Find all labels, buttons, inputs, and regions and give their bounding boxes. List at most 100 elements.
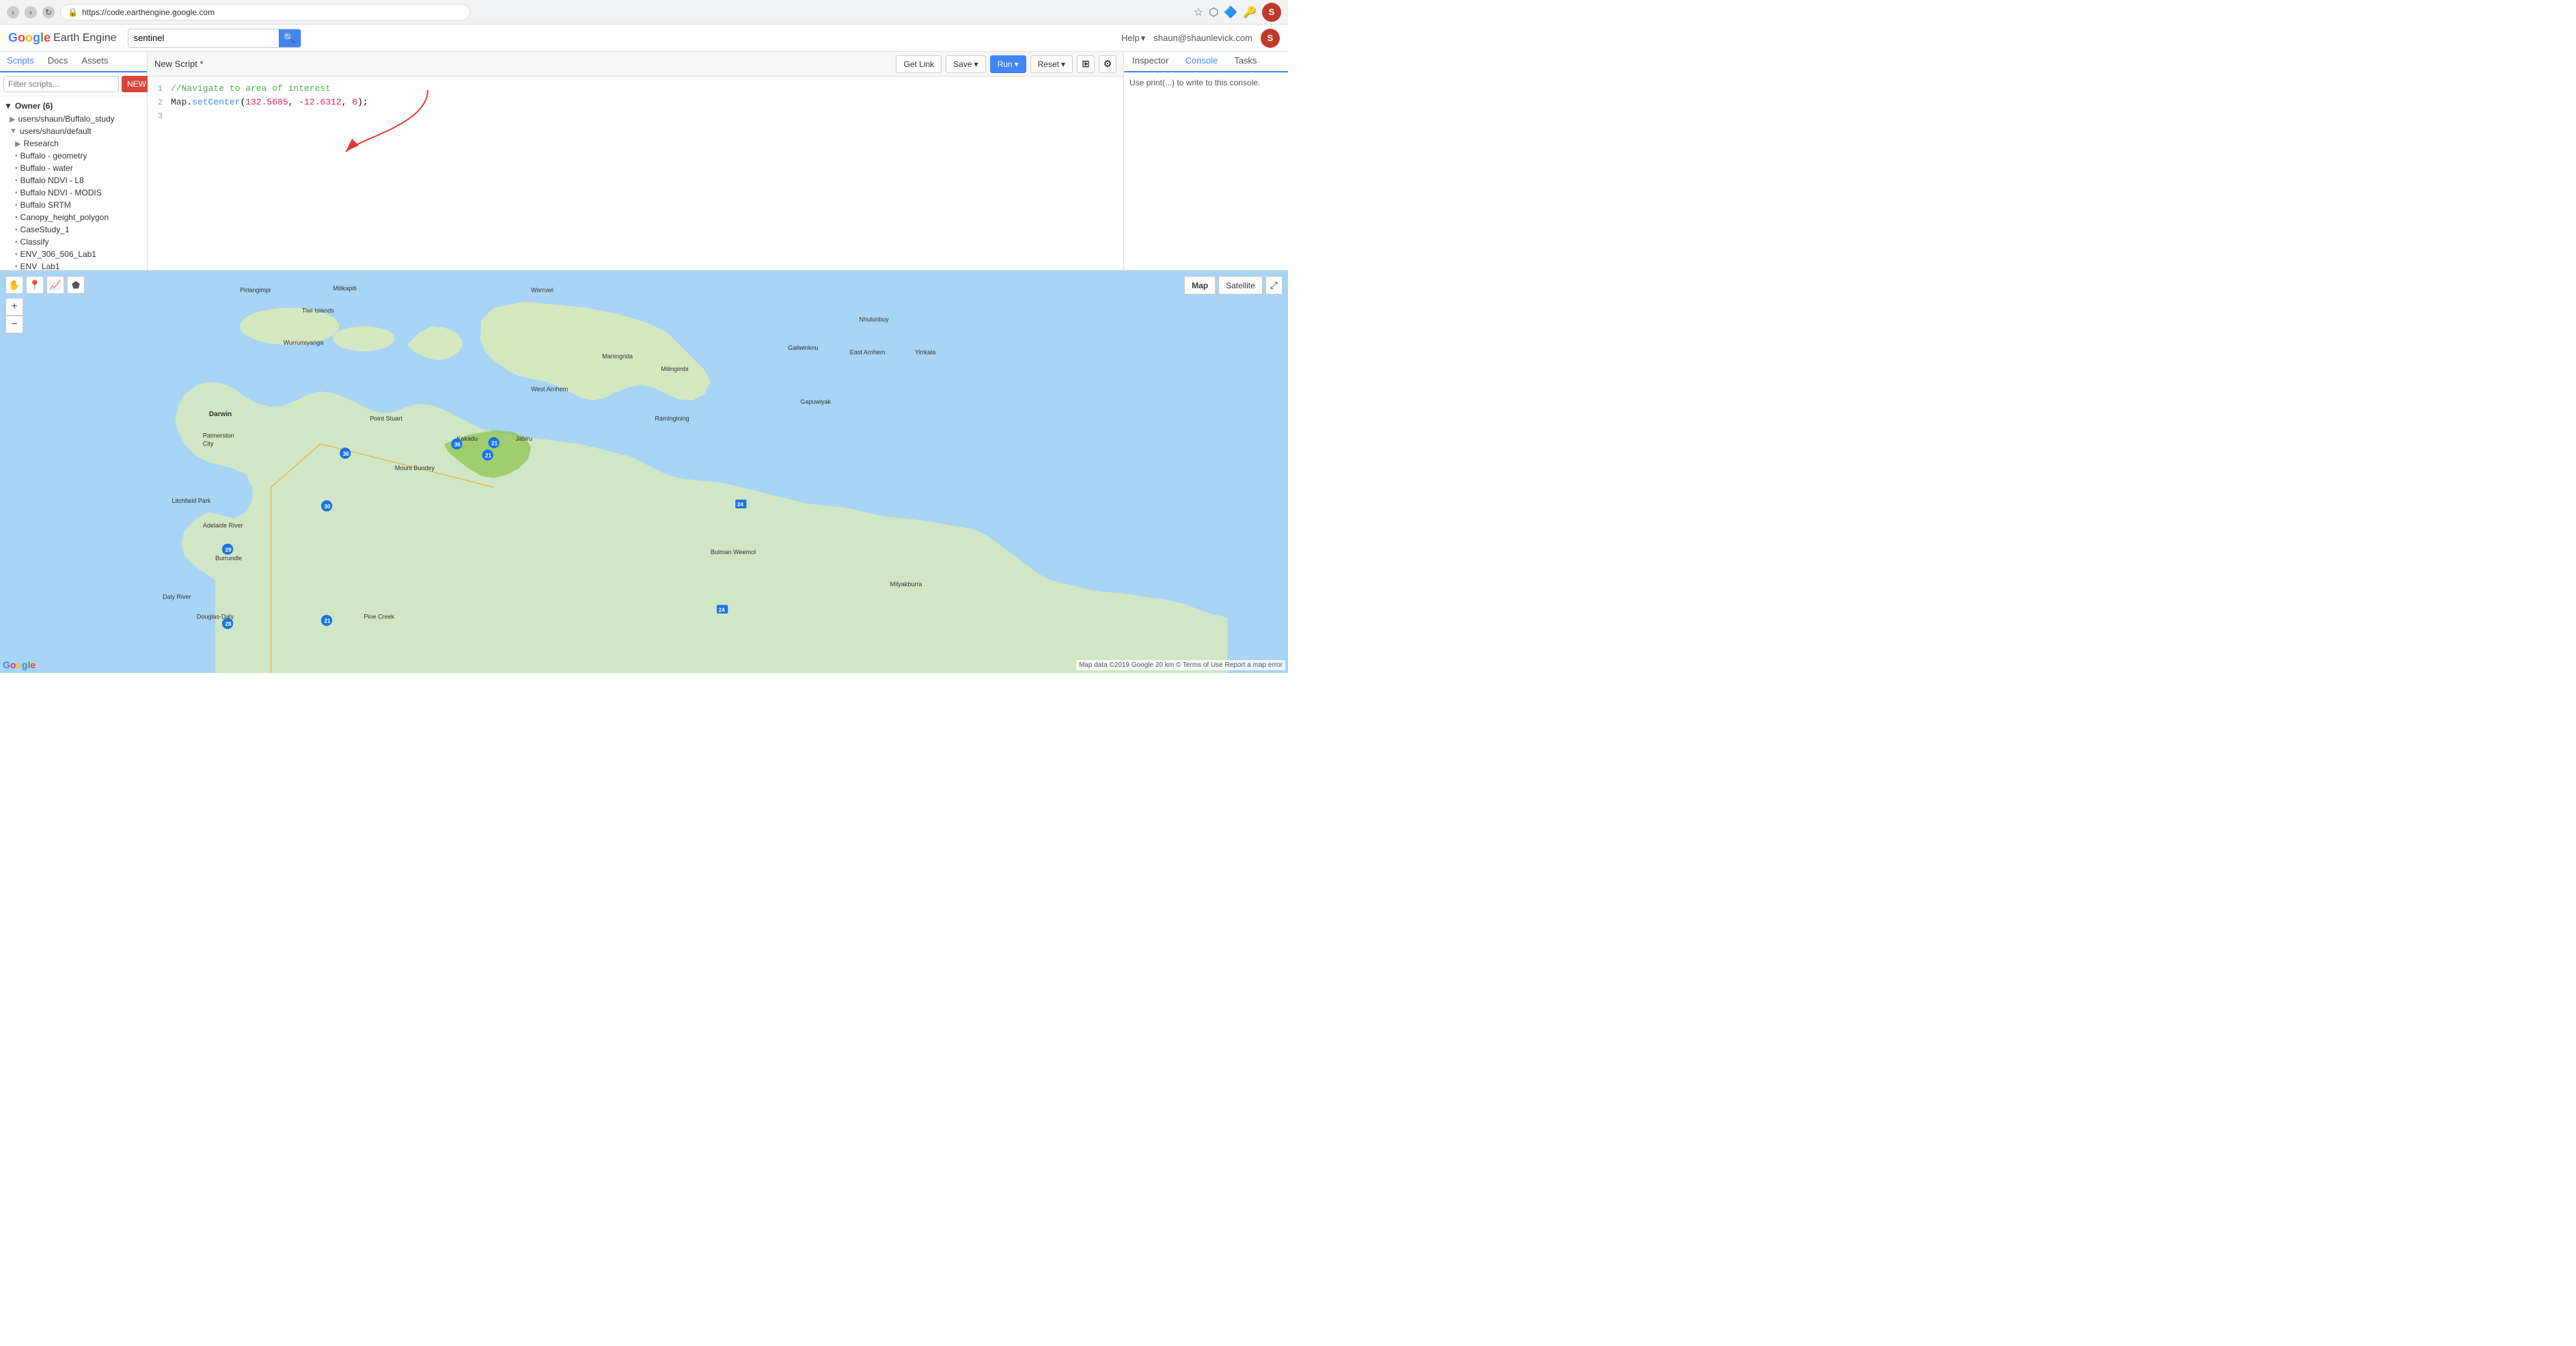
tree-item-buffalo-geometry[interactable]: ▪ Buffalo - geometry — [0, 150, 147, 162]
script-icon: ▪ — [15, 165, 18, 172]
editor-header: New Script * Get Link Save ▾ Run ▾ Reset… — [148, 52, 1123, 77]
shape-tool[interactable]: ⬟ — [67, 276, 85, 294]
right-panel: Inspector Console Tasks Use print(...) t… — [1124, 52, 1288, 270]
map-type-satellite[interactable]: Satellite — [1218, 276, 1263, 294]
line-number-2: 2 — [148, 96, 168, 109]
map-footer-text: Map data ©2019 Google 20 km © Terms of U… — [1079, 661, 1283, 669]
bookmark-icon[interactable]: ☆ — [1194, 5, 1203, 19]
address-bar[interactable]: 🔒 https://code.earthengine.google.com — [60, 4, 470, 20]
logo-google-text: Google — [8, 31, 51, 45]
owner-expand-arrow: ▼ — [4, 101, 12, 111]
tab-scripts[interactable]: Scripts — [0, 52, 41, 72]
svg-text:Yirrkala: Yirrkala — [915, 348, 936, 355]
tree-item-env-306[interactable]: ▪ ENV_306_506_Lab1 — [0, 248, 147, 260]
tree-item-default[interactable]: ▼ users/shaun/default — [0, 125, 147, 137]
svg-text:Point Stuart: Point Stuart — [370, 415, 403, 422]
tab-tasks[interactable]: Tasks — [1226, 52, 1265, 71]
run-chevron-icon: ▾ — [1015, 59, 1019, 69]
top-panels: Scripts Docs Assets NEW ▾ ▼ Owner (6) ▶ … — [0, 52, 1288, 271]
extension-icon-3[interactable]: 🔑 — [1243, 5, 1257, 19]
tab-assets[interactable]: Assets — [74, 52, 115, 72]
extension-icon-2[interactable]: 🔷 — [1224, 5, 1237, 19]
code-line-2: 2 Map.setCenter(132.5685, -12.6312, 8); — [148, 96, 1123, 109]
script-tree: ▼ Owner (6) ▶ users/shaun/Buffalo_study … — [0, 96, 147, 270]
search-button[interactable]: 🔍 — [279, 29, 301, 47]
editor-actions: Get Link Save ▾ Run ▾ Reset ▾ ⊞ ⚙ — [896, 55, 1116, 73]
tree-item-canopy-height[interactable]: ▪ Canopy_height_polygon — [0, 211, 147, 223]
code-setcenter: setCenter — [192, 97, 240, 107]
script-icon: ▪ — [15, 177, 18, 184]
tree-item-research[interactable]: ▶ Research — [0, 137, 147, 150]
script-title: New Script * — [154, 59, 890, 69]
tree-item-label: Buffalo - water — [20, 163, 73, 173]
forward-button[interactable]: › — [25, 6, 37, 18]
tree-item-label: CaseStudy_1 — [20, 225, 70, 234]
line-number-1: 1 — [148, 82, 168, 96]
browser-actions: ☆ ⬡ 🔷 🔑 S — [1194, 3, 1281, 22]
tree-item-label: Classify — [20, 237, 49, 247]
user-avatar-app[interactable]: S — [1261, 29, 1280, 48]
code-line-3: 3 — [148, 109, 1123, 123]
user-info[interactable]: shaun@shaunlevick.com — [1153, 33, 1252, 43]
reset-chevron-icon: ▾ — [1061, 59, 1065, 69]
reload-button[interactable]: ↻ — [42, 6, 55, 18]
zoom-out-button[interactable]: − — [5, 316, 23, 333]
tab-inspector[interactable]: Inspector — [1124, 52, 1177, 71]
extension-icon[interactable]: ⬡ — [1209, 5, 1218, 19]
fullscreen-button[interactable]: ⤢ — [1265, 276, 1283, 294]
tree-item-buffalo-study[interactable]: ▶ users/shaun/Buffalo_study — [0, 113, 147, 125]
reset-button[interactable]: Reset ▾ — [1030, 55, 1073, 73]
pin-tool[interactable]: 📍 — [26, 276, 44, 294]
tree-item-casestudy[interactable]: ▪ CaseStudy_1 — [0, 223, 147, 236]
svg-text:Litchfield Park: Litchfield Park — [172, 497, 211, 504]
run-button[interactable]: Run ▾ — [990, 55, 1026, 73]
tree-item-label: Buffalo - geometry — [20, 151, 87, 161]
svg-text:Burrundle: Burrundle — [215, 555, 242, 562]
svg-text:Milyakburra: Milyakburra — [890, 581, 923, 588]
left-panel-tabs: Scripts Docs Assets — [0, 52, 147, 72]
search-input[interactable] — [128, 29, 279, 47]
folder-icon: ▶ — [15, 139, 20, 148]
svg-text:Wurrumiyanga: Wurrumiyanga — [284, 340, 325, 346]
tree-item-buffalo-water[interactable]: ▪ Buffalo - water — [0, 162, 147, 174]
svg-text:Jabiru: Jabiru — [515, 435, 532, 442]
line-content-1: //Navigate to area of interest — [168, 82, 331, 96]
script-icon: ▪ — [15, 202, 18, 209]
save-button[interactable]: Save ▾ — [946, 55, 985, 73]
svg-text:24: 24 — [719, 607, 726, 613]
settings-button[interactable]: ⚙ — [1099, 55, 1116, 73]
url-text: https://code.earthengine.google.com — [82, 8, 215, 17]
map-type-map[interactable]: Map — [1184, 276, 1216, 294]
back-button[interactable]: ‹ — [7, 6, 19, 18]
tab-console[interactable]: Console — [1177, 52, 1226, 72]
svg-text:Pine Creek: Pine Creek — [364, 613, 394, 620]
grid-button[interactable]: ⊞ — [1077, 55, 1095, 73]
tree-item-buffalo-srtm[interactable]: ▪ Buffalo SRTM — [0, 199, 147, 211]
svg-text:Pirlangimpi: Pirlangimpi — [240, 287, 271, 294]
help-button[interactable]: Help ▾ — [1121, 33, 1145, 44]
console-content: Use print(...) to write to this console. — [1124, 72, 1288, 270]
user-avatar-browser[interactable]: S — [1262, 3, 1281, 22]
tree-item-label: Buffalo SRTM — [20, 200, 71, 210]
line-content-2: Map.setCenter(132.5685, -12.6312, 8); — [168, 96, 368, 109]
hand-tool[interactable]: ✋ — [5, 276, 23, 294]
tree-item-env-lab1[interactable]: ▪ ENV_Lab1 — [0, 260, 147, 270]
tree-item-buffalo-ndvi-l8[interactable]: ▪ Buffalo NDVI - L8 — [0, 174, 147, 187]
right-panel-tabs: Inspector Console Tasks — [1124, 52, 1288, 72]
map-zoom-controls: + − — [5, 298, 23, 333]
svg-text:Ramingining: Ramingining — [655, 415, 689, 422]
polyline-tool[interactable]: 📈 — [46, 276, 64, 294]
map-container[interactable]: Pirlangimpi Milikapiti Tiwi Islands Wurr… — [0, 271, 1288, 673]
get-link-button[interactable]: Get Link — [896, 55, 942, 73]
code-editor[interactable]: 1 //Navigate to area of interest 2 Map.s… — [148, 77, 1123, 270]
owner-section[interactable]: ▼ Owner (6) — [0, 99, 147, 113]
line-number-3: 3 — [148, 109, 168, 123]
zoom-in-button[interactable]: + — [5, 298, 23, 316]
tab-docs[interactable]: Docs — [41, 52, 75, 72]
tree-item-buffalo-ndvi-modis[interactable]: ▪ Buffalo NDVI - MODIS — [0, 187, 147, 199]
svg-text:East Arnhem: East Arnhem — [850, 348, 886, 355]
tree-item-classify[interactable]: ▪ Classify — [0, 236, 147, 248]
save-chevron-icon: ▾ — [974, 59, 978, 69]
filter-scripts-input[interactable] — [3, 76, 119, 92]
code-zoom: 8 — [352, 97, 357, 107]
